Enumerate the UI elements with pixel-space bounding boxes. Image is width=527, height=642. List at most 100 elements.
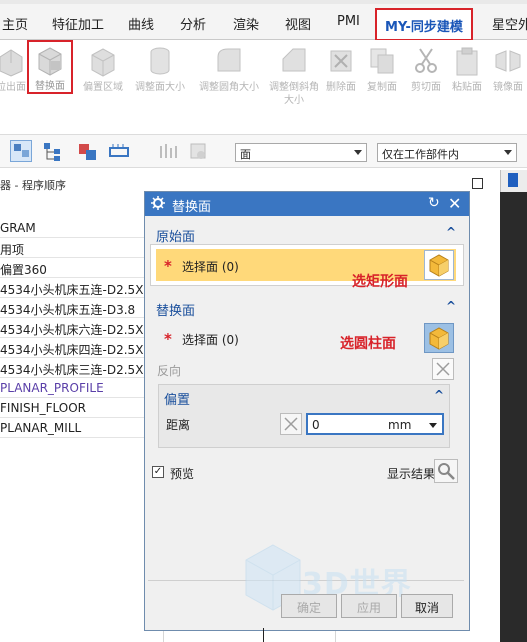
preview-label: 预览 xyxy=(170,467,195,481)
reset-icon[interactable]: ↻ xyxy=(428,195,440,211)
list-item[interactable]: FINISH_FLOOR xyxy=(0,398,160,418)
ribbon-commands: 拉出面 替换面 偏置区域 调整面大小 调整圆角大小 调整倒斜角大小 删除面 复制… xyxy=(0,40,527,130)
offset-region-label: 偏置区域 xyxy=(83,82,123,93)
pin-icon[interactable] xyxy=(508,173,518,187)
pull-face-label: 拉出面 xyxy=(0,82,26,93)
delete-face-button[interactable]: 删除面 xyxy=(318,45,364,94)
type-filter-value: 面 xyxy=(240,148,251,161)
resize-chamfer-button[interactable]: 调整倒斜角大小 xyxy=(268,45,320,107)
original-select-face-row[interactable]: * 选择面 (0) xyxy=(156,249,456,281)
chevron-up-icon[interactable]: ^ xyxy=(446,299,456,313)
replacement-face-section-header[interactable]: 替换面 ^ xyxy=(150,296,462,319)
copy-face-button[interactable]: 复制面 xyxy=(359,45,405,94)
list-item[interactable]: PLANAR_MILL xyxy=(0,418,160,438)
cut-face-icon xyxy=(411,45,441,77)
distance-value: 0 xyxy=(312,418,320,432)
simulate-icon[interactable] xyxy=(188,140,210,162)
tab-synchronous-modeling[interactable]: MY-同步建模 xyxy=(375,8,473,41)
chevron-down-icon xyxy=(354,150,362,155)
reverse-direction-button[interactable] xyxy=(432,358,454,380)
maximize-icon[interactable] xyxy=(472,178,483,189)
distance-label: 距离 xyxy=(166,418,191,432)
required-asterisk: * xyxy=(164,257,172,275)
section-title: 偏置 xyxy=(164,393,191,408)
resize-face-label: 调整面大小 xyxy=(135,82,185,93)
selection-scope-select[interactable]: 仅在工作部件内 xyxy=(377,143,517,162)
gear-icon[interactable] xyxy=(151,196,165,214)
replace-face-button[interactable]: 替换面 xyxy=(27,40,73,94)
type-filter-select[interactable]: 面 xyxy=(235,143,367,162)
offset-section-header[interactable]: 偏置 ^ xyxy=(158,385,450,408)
mirror-face-button[interactable]: 镜像面 xyxy=(485,45,527,94)
selection-scope-value: 仅在工作部件内 xyxy=(382,148,459,161)
annotation-original: 选矩形面 xyxy=(352,274,408,290)
resize-blend-icon xyxy=(214,45,244,77)
chevron-up-icon[interactable]: ^ xyxy=(434,388,444,402)
cut-face-label: 剪切面 xyxy=(411,82,441,93)
list-item[interactable]: 4534小头机床四连-D2.5X1 xyxy=(0,338,160,358)
distance-measure-button[interactable] xyxy=(280,413,302,435)
select-mode-icon[interactable] xyxy=(10,140,32,162)
tool-path-icon[interactable] xyxy=(158,140,180,162)
list-item[interactable]: 4534小头机床六连-D2.5X1 xyxy=(0,318,160,338)
tab-render[interactable]: 渲染 xyxy=(233,14,259,33)
section-title: 原始面 xyxy=(156,230,196,245)
face-selector-icon[interactable] xyxy=(424,250,454,280)
mirror-face-label: 镜像面 xyxy=(493,82,523,93)
list-item[interactable]: GRAM xyxy=(0,218,160,238)
resize-chamfer-label: 调整倒斜角大小 xyxy=(269,82,319,106)
resize-face-button[interactable]: 调整面大小 xyxy=(128,45,192,94)
navigator-title: 器 - 程序顺序 xyxy=(0,179,66,192)
paste-face-label: 粘贴面 xyxy=(452,82,482,93)
list-item[interactable]: 4534小头机床三连-D2.5X1 xyxy=(0,358,160,378)
list-item[interactable]: PLANAR_PROFILE xyxy=(0,378,160,398)
paste-face-button[interactable]: 粘贴面 xyxy=(444,45,490,94)
chevron-up-icon[interactable]: ^ xyxy=(446,225,456,239)
graphics-window-edge xyxy=(500,170,527,642)
machine-view-icon[interactable] xyxy=(108,140,130,162)
face-selector-icon[interactable] xyxy=(424,323,454,353)
ok-button[interactable]: 确定 xyxy=(281,594,337,618)
tab-view[interactable]: 视图 xyxy=(285,14,311,33)
apply-button[interactable]: 应用 xyxy=(341,594,397,618)
show-result-button[interactable] xyxy=(434,459,458,483)
select-face-label: 选择面 (0) xyxy=(182,333,239,347)
cut-face-button[interactable]: 剪切面 xyxy=(403,45,449,94)
tab-home[interactable]: 主页 xyxy=(2,14,28,33)
tree-view-icon[interactable] xyxy=(42,140,64,162)
tab-pmi[interactable]: PMI xyxy=(337,14,360,29)
tab-feature-machining[interactable]: 特征加工 xyxy=(52,14,104,33)
resize-blend-label: 调整圆角大小 xyxy=(199,82,259,93)
ribbon-tab-bar: 主页 特征加工 曲线 分析 渲染 视图 PMI MY-同步建模 星空外 xyxy=(0,0,527,41)
offset-region-button[interactable]: 偏置区域 xyxy=(80,45,126,94)
show-result-label: 显示结果 xyxy=(387,467,436,481)
chevron-down-icon[interactable] xyxy=(429,423,437,428)
resize-chamfer-icon xyxy=(279,45,309,77)
distance-input[interactable]: 0 mm xyxy=(306,413,444,435)
close-icon[interactable]: ✕ xyxy=(448,194,461,213)
text-cursor xyxy=(263,628,264,642)
watermark: 3D世界 xyxy=(238,535,500,642)
replace-face-label: 替换面 xyxy=(35,81,65,92)
delete-face-label: 删除面 xyxy=(326,82,356,93)
section-title: 替换面 xyxy=(156,304,196,319)
resize-blend-button[interactable]: 调整圆角大小 xyxy=(194,45,264,94)
list-item[interactable]: 偏置360 xyxy=(0,258,160,278)
paste-face-icon xyxy=(452,45,482,77)
geometry-view-icon[interactable] xyxy=(76,140,98,162)
list-item[interactable]: 用项 xyxy=(0,238,160,258)
tab-more[interactable]: 星空外 xyxy=(492,14,527,33)
original-face-section-header[interactable]: 原始面 ^ xyxy=(150,222,462,245)
preview-checkbox[interactable]: ✓ xyxy=(152,466,164,478)
required-asterisk: * xyxy=(164,330,172,348)
list-item[interactable]: 4534小头机床五连-D2.5X1 xyxy=(0,278,160,298)
selection-toolbar: 面 仅在工作部件内 xyxy=(0,134,527,168)
select-face-label: 选择面 (0) xyxy=(182,260,239,274)
list-item[interactable]: 4534小头机床五连-D3.8 xyxy=(0,298,160,318)
replacement-select-face-row[interactable]: * 选择面 (0) xyxy=(156,322,456,354)
title-strip xyxy=(0,0,527,4)
tab-curve[interactable]: 曲线 xyxy=(128,14,154,33)
cancel-button[interactable]: 取消 xyxy=(401,594,453,618)
delete-face-icon xyxy=(326,45,356,77)
tab-analysis[interactable]: 分析 xyxy=(180,14,206,33)
